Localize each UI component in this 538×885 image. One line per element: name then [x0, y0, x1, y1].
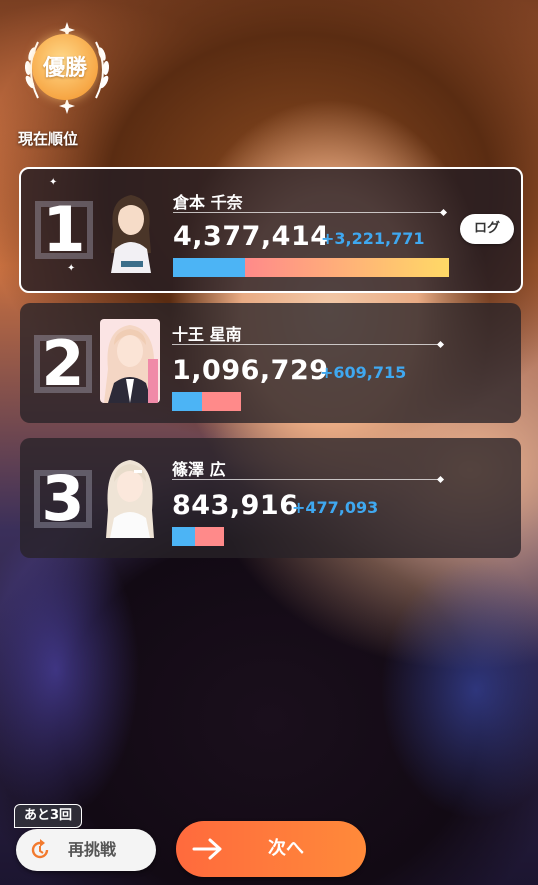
divider	[172, 344, 438, 345]
rank-number: 1	[42, 193, 86, 266]
score-bar-gain	[202, 392, 241, 411]
victory-badge: 優勝	[18, 20, 116, 114]
rank-number: 3	[41, 462, 85, 535]
retry-label: 再挑戦	[68, 840, 117, 859]
rank-number-box: 1	[35, 193, 93, 266]
score-gain: +3,221,771	[321, 229, 425, 248]
current-rank-title: 現在順位	[18, 130, 79, 148]
arrow-right-icon	[192, 838, 222, 860]
avatar	[101, 189, 161, 273]
score-bar-base	[172, 527, 195, 546]
score: 4,377,414	[173, 221, 330, 252]
divider	[173, 212, 441, 213]
avatar	[100, 454, 160, 538]
refresh-icon	[31, 839, 49, 859]
ranking-card-1[interactable]: ✦ ✦ 1 倉本 千奈 4,377,414 +3,221,771	[19, 167, 523, 293]
score-bar-base	[173, 258, 245, 277]
score-gain: +477,093	[292, 498, 379, 517]
rank-number-box: 2	[34, 327, 92, 400]
score-gain: +609,715	[320, 363, 407, 382]
ranking-card-3[interactable]: 3 篠澤 広 843,916 +477,093	[20, 438, 521, 558]
score: 843,916	[172, 490, 299, 521]
score-bar	[172, 527, 225, 546]
player-name: 十王 星南	[172, 325, 242, 344]
next-label: 次へ	[268, 838, 304, 859]
player-name: 倉本 千奈	[173, 193, 243, 212]
score-bar-gain	[194, 527, 225, 546]
avatar	[100, 319, 160, 403]
rank-number: 2	[41, 327, 85, 400]
score-bar	[173, 258, 449, 277]
score-bar-gain	[244, 258, 449, 277]
retry-remaining-badge: あと3回	[14, 804, 83, 828]
player-name: 篠澤 広	[172, 460, 226, 479]
rank-number-box: 3	[34, 462, 92, 535]
retry-button[interactable]: 再挑戦	[16, 829, 156, 871]
ranking-card-2[interactable]: 2 十王 星南 1,096,729 +609,715	[20, 303, 521, 423]
badge-label: 優勝	[42, 56, 87, 81]
score: 1,096,729	[172, 355, 329, 386]
score-bar-base	[172, 392, 203, 411]
next-button[interactable]: 次へ	[176, 821, 366, 877]
score-bar	[172, 392, 241, 411]
log-button[interactable]: ログ	[460, 214, 514, 244]
divider	[172, 479, 438, 480]
